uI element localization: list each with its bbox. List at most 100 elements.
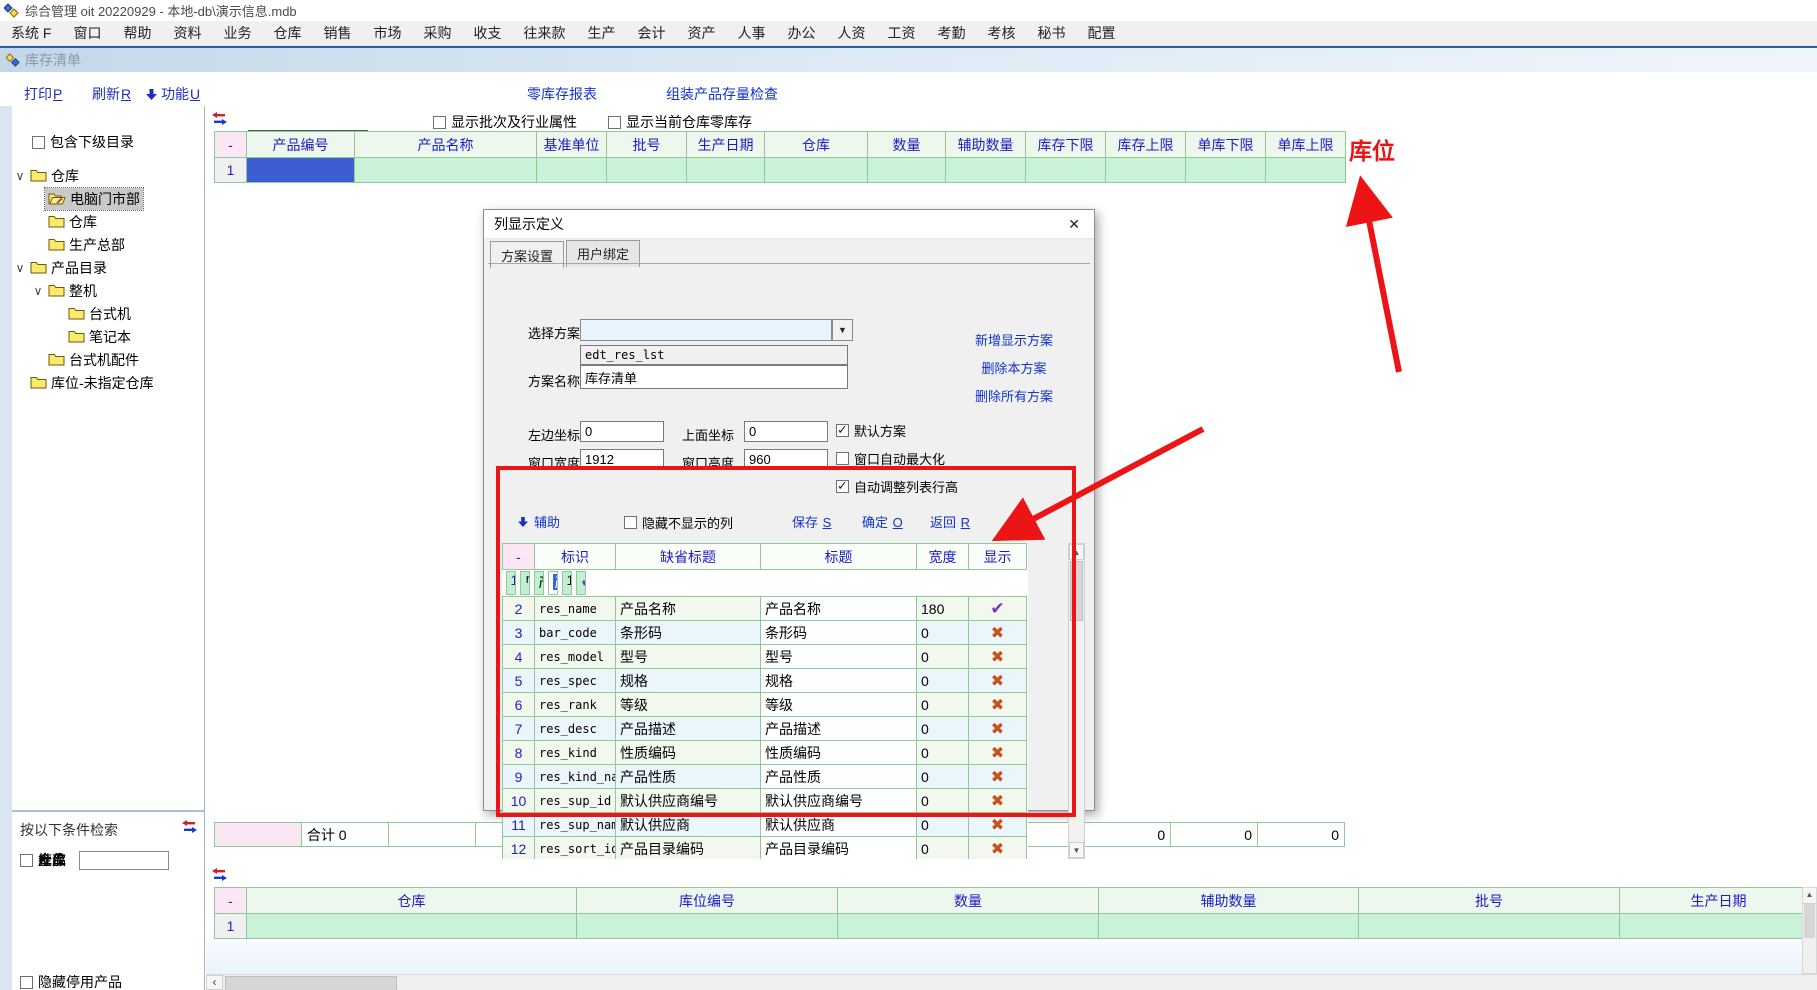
column-definition-row[interactable]: 7 res_desc 产品描述 产品描述 0 ✖ xyxy=(503,717,1027,741)
vertical-scrollbar[interactable]: ▲ xyxy=(1802,887,1817,974)
width-cell[interactable]: 0 xyxy=(917,717,969,741)
top-coord-input[interactable]: 0 xyxy=(744,421,828,442)
menu-item[interactable]: 业务 xyxy=(212,21,262,45)
default-title-cell[interactable]: 型号 xyxy=(616,645,761,669)
menu-item[interactable]: 窗口 xyxy=(62,21,112,45)
grid-cell[interactable] xyxy=(355,158,537,183)
select-plan-combo[interactable] xyxy=(580,319,832,341)
grid-cell[interactable] xyxy=(247,158,355,183)
menu-item[interactable]: 办公 xyxy=(776,21,826,45)
width-cell[interactable]: 100 xyxy=(562,571,572,595)
width-cell[interactable]: 0 xyxy=(917,621,969,645)
visible-cell[interactable]: ✖ xyxy=(969,837,1027,860)
column-definition-row[interactable]: 9 res_kind_name 产品性质 产品性质 0 ✖ xyxy=(503,765,1027,789)
default-title-cell[interactable]: 条形码 xyxy=(616,621,761,645)
row-number-cell[interactable]: 12 xyxy=(503,837,535,860)
close-icon[interactable]: ✕ xyxy=(1064,216,1084,233)
plan-action-link[interactable]: 删除所有方案 xyxy=(950,383,1078,411)
title-cell[interactable]: 默认供应商 xyxy=(761,813,917,837)
column-definition-row[interactable]: 3 bar_code 条形码 条形码 0 ✖ xyxy=(503,621,1027,645)
menu-item[interactable]: 市场 xyxy=(362,21,412,45)
aux-button[interactable]: 辅助 xyxy=(534,512,560,531)
column-header[interactable]: 辅助数量 xyxy=(1099,888,1359,914)
visible-cell[interactable]: ✔ xyxy=(576,571,586,595)
field-id-cell[interactable]: res_kind_name xyxy=(535,765,616,789)
width-cell[interactable]: 0 xyxy=(917,669,969,693)
grid-cell[interactable] xyxy=(1266,158,1346,183)
hide-columns-checkbox[interactable] xyxy=(624,516,637,529)
row-number-cell[interactable]: 10 xyxy=(503,789,535,813)
row-number-cell[interactable]: 7 xyxy=(503,717,535,741)
menu-item[interactable]: 考核 xyxy=(976,21,1026,45)
default-title-cell[interactable]: 产品目录编码 xyxy=(616,837,761,860)
horizontal-scrollbar[interactable]: ‹ xyxy=(206,974,1817,990)
tree-item[interactable]: 台式机 xyxy=(12,302,204,325)
column-header[interactable]: - xyxy=(215,132,247,158)
width-cell[interactable]: 0 xyxy=(917,789,969,813)
tree-item[interactable]: 笔记本 xyxy=(12,325,204,348)
title-cell[interactable]: 条形码 xyxy=(761,621,917,645)
width-cell[interactable]: 0 xyxy=(917,837,969,860)
grid-cell[interactable] xyxy=(537,158,607,183)
menu-item[interactable]: 帮助 xyxy=(112,21,162,45)
title-cell[interactable]: 产品编号 xyxy=(548,571,558,595)
visible-cell[interactable]: ✖ xyxy=(969,645,1027,669)
column-definition-row[interactable]: 10 res_sup_id 默认供应商编号 默认供应商编号 0 ✖ xyxy=(503,789,1027,813)
row-number-cell[interactable]: 3 xyxy=(503,621,535,645)
grid-cell[interactable] xyxy=(607,158,687,183)
option-checkbox[interactable] xyxy=(836,480,849,493)
column-header[interactable]: 显示 xyxy=(969,544,1027,570)
left-coord-input[interactable]: 0 xyxy=(580,421,664,442)
column-definition-row[interactable]: 4 res_model 型号 型号 0 ✖ xyxy=(503,645,1027,669)
width-cell[interactable]: 180 xyxy=(917,597,969,621)
default-title-cell[interactable]: 产品性质 xyxy=(616,765,761,789)
column-resize-icon[interactable] xyxy=(212,112,227,128)
menu-item[interactable]: 会计 xyxy=(626,21,676,45)
option-checkbox[interactable] xyxy=(836,424,849,437)
width-cell[interactable]: 0 xyxy=(917,741,969,765)
column-definition-row[interactable]: 11 res_sup_name 默认供应商 默认供应商 0 ✖ xyxy=(503,813,1027,837)
column-header[interactable]: 单库上限 xyxy=(1266,132,1346,158)
title-cell[interactable]: 产品名称 xyxy=(761,597,917,621)
column-definition-row[interactable]: 1 res_id 产品编号 产品编号 100 ✔ xyxy=(503,570,535,596)
visible-cell[interactable]: ✖ xyxy=(969,693,1027,717)
grid-cell[interactable] xyxy=(946,158,1026,183)
chevron-down-icon[interactable]: ∨ xyxy=(13,261,27,275)
column-header[interactable]: 批号 xyxy=(1359,888,1620,914)
field-id-cell[interactable]: res_sort_id xyxy=(535,837,616,860)
default-title-cell[interactable]: 产品名称 xyxy=(616,597,761,621)
menu-item[interactable]: 人事 xyxy=(726,21,776,45)
column-header[interactable]: 生产日期 xyxy=(1620,888,1817,914)
column-definition-row[interactable]: 6 res_rank 等级 等级 0 ✖ xyxy=(503,693,1027,717)
field-id-cell[interactable]: res_sup_id xyxy=(535,789,616,813)
inline-edit-field[interactable] xyxy=(248,114,368,131)
scrollbar-thumb[interactable] xyxy=(1070,561,1083,621)
grid-cell[interactable] xyxy=(1186,158,1266,183)
tree-item[interactable]: ∨ 仓库 xyxy=(12,164,204,187)
row-number-cell[interactable]: 8 xyxy=(503,741,535,765)
tree-item[interactable]: ∨ 产品目录 xyxy=(12,256,204,279)
grid-cell[interactable] xyxy=(1099,914,1359,939)
field-id-cell[interactable]: res_desc xyxy=(535,717,616,741)
column-header[interactable]: 宽度 xyxy=(917,544,969,570)
show-batch-checkbox[interactable] xyxy=(433,116,446,129)
tree-item[interactable]: 电脑门市部 xyxy=(12,187,204,210)
table-scrollbar[interactable]: ▲ ▼ xyxy=(1068,543,1085,859)
column-header[interactable]: 库存上限 xyxy=(1106,132,1186,158)
title-cell[interactable]: 性质编码 xyxy=(761,741,917,765)
title-cell[interactable]: 产品性质 xyxy=(761,765,917,789)
default-title-cell[interactable]: 性质编码 xyxy=(616,741,761,765)
chevron-down-icon[interactable]: ∨ xyxy=(31,284,45,298)
column-header[interactable]: 标识 xyxy=(535,544,616,570)
row-number-cell[interactable]: 9 xyxy=(503,765,535,789)
assembly-stock-check-link[interactable]: 组装产品存量检查 xyxy=(666,84,778,104)
row-number-cell[interactable]: 1 xyxy=(215,158,247,183)
field-id-cell[interactable]: res_spec xyxy=(535,669,616,693)
plan-action-link[interactable]: 新增显示方案 xyxy=(950,327,1078,355)
tree-item[interactable]: 仓库 xyxy=(12,210,204,233)
tree-item[interactable]: 生产总部 xyxy=(12,233,204,256)
default-title-cell[interactable]: 产品描述 xyxy=(616,717,761,741)
row-number-cell[interactable]: 4 xyxy=(503,645,535,669)
grid-cell[interactable] xyxy=(1026,158,1106,183)
save-button[interactable]: 保存 S xyxy=(792,512,831,531)
